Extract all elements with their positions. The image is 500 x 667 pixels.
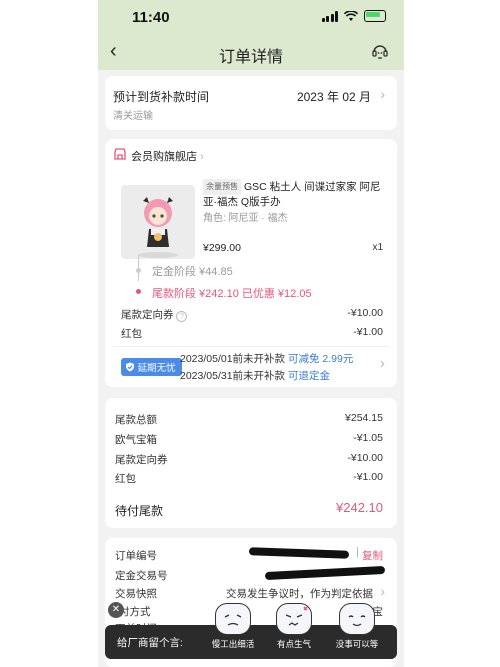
help-icon[interactable]: ? — [176, 311, 188, 322]
signal-icon — [321, 10, 338, 22]
snapshot-label: 交易快照 — [115, 588, 157, 600]
summary-label: 尾款总额 — [115, 414, 157, 426]
deposit-tx-label: 定金交易号 — [115, 570, 168, 582]
shield-check-icon — [126, 362, 134, 372]
discount-label: 尾款定向券 ? — [121, 307, 188, 322]
product-variant: 角色: 阿尼亚 · 福杰 — [203, 213, 288, 224]
stage-dot-deposit — [136, 268, 141, 273]
total-due-label: 待付尾款 — [115, 504, 164, 518]
product-image[interactable] — [121, 185, 195, 259]
status-bar: 11:40 — [98, 0, 404, 34]
feedback-bar: 给厂商留个言: 慢工出细活 有点生气 没事可以等 — [105, 603, 397, 659]
separator: | — [356, 546, 359, 558]
delay-line-1: 2023/05/01前未开补款 可减免 2.99元 — [180, 351, 353, 366]
discount-value: -¥1.00 — [353, 326, 383, 338]
redaction-scribble — [248, 547, 350, 559]
stage-dot-final — [136, 289, 141, 294]
feedback-option-ok[interactable]: 没事可以等 — [334, 603, 380, 650]
presale-badge: 余量预售 — [203, 179, 241, 195]
order-items-card: 会员购旗舰店 › 余量预售 GSC 粘土人 间谍过家家 阿尼亚·福杰 Q版手办 角… — [105, 139, 397, 387]
delivery-label: 预计到货补款时间 — [113, 90, 210, 104]
page-title: 订单详情 — [218, 49, 283, 66]
calm-face-icon — [339, 603, 375, 635]
snapshot-value[interactable]: 交易发生争议时，作为判定依据 — [226, 586, 373, 601]
feedback-option-label: 慢工出细活 — [211, 639, 255, 649]
chevron-right-icon: › — [380, 86, 385, 102]
payment-summary-card: 尾款总额 ¥254.15 欧气宝箱 -¥1.05 尾款定向券 -¥10.00 红… — [105, 398, 397, 528]
status-icons — [321, 10, 386, 22]
chevron-right-icon[interactable]: › — [380, 355, 385, 373]
feedback-option-label: 没事可以等 — [335, 639, 379, 649]
summary-label: 尾款定向券 — [115, 454, 168, 466]
customer-service-icon[interactable] — [370, 42, 390, 62]
redaction-scribble — [264, 565, 386, 581]
delay-badge-label: 延期无忧 — [137, 363, 176, 374]
summary-label: 红包 — [115, 473, 136, 485]
battery-icon — [364, 10, 386, 22]
delivery-date: 2023 年 02 月 — [296, 90, 371, 104]
total-due-value: ¥242.10 — [336, 500, 383, 515]
delay-badge[interactable]: 延期无忧 — [121, 358, 182, 376]
chevron-right-icon: › — [200, 151, 204, 163]
phone-screen: 11:40 ‹ 订单详情 预计到货补款时间 2023 年 02 月 › 清关运输… — [98, 0, 404, 667]
summary-value: -¥1.00 — [353, 471, 383, 483]
feedback-option-angry[interactable]: 有点生气 — [271, 603, 317, 650]
product-price: ¥299.00 — [203, 242, 241, 254]
discount-label: 红包 — [121, 328, 142, 340]
product-title-block[interactable]: 余量预售 GSC 粘土人 间谍过家家 阿尼亚·福杰 Q版手办 — [203, 179, 385, 209]
status-time: 11:40 — [132, 9, 170, 26]
delay-line-1-link[interactable]: 可减免 2.99元 — [288, 353, 353, 365]
delay-line-2: 2023/05/31前未开补款 可退定金 — [180, 368, 330, 383]
chevron-right-icon: › — [380, 583, 385, 599]
shop-name[interactable]: 会员购旗舰店 › — [131, 148, 204, 164]
summary-value: -¥1.05 — [353, 432, 383, 444]
delivery-carrier: 清关运输 — [113, 111, 153, 122]
discount-label-text: 尾款定向券 — [121, 309, 174, 321]
divider — [113, 346, 389, 347]
product-qty: x1 — [372, 242, 383, 253]
close-feedback-icon[interactable]: ✕ — [108, 602, 124, 618]
order-id-label: 订单编号 — [115, 550, 157, 562]
deposit-stage: 定金阶段 ¥44.85 — [152, 266, 233, 278]
summary-label: 欧气宝箱 — [115, 434, 157, 446]
feedback-option-label: 有点生气 — [276, 639, 311, 649]
angry-face-icon — [276, 603, 312, 635]
nav-bar: ‹ 订单详情 — [98, 34, 404, 70]
wifi-icon — [344, 10, 358, 21]
delay-line-2-text: 2023/05/31前未开补款 — [180, 370, 286, 382]
sweat-face-icon — [215, 603, 251, 635]
copy-button[interactable]: 复制 — [362, 548, 383, 563]
summary-value: ¥254.15 — [345, 412, 383, 424]
delay-line-1-text: 2023/05/01前未开补款 — [180, 353, 286, 365]
shop-icon — [114, 148, 126, 160]
feedback-prompt: 给厂商留个言: — [117, 637, 183, 649]
feedback-option-patient[interactable]: 慢工出细活 — [210, 603, 256, 650]
summary-value: -¥10.00 — [347, 452, 383, 464]
delay-line-2-link[interactable]: 可退定金 — [288, 370, 330, 382]
delivery-card[interactable]: 预计到货补款时间 2023 年 02 月 › 清关运输 — [105, 76, 397, 130]
discount-value: -¥10.00 — [347, 307, 383, 319]
shop-name-label: 会员购旗舰店 — [131, 151, 197, 163]
final-stage: 尾款阶段 ¥242.10 已优惠 ¥12.05 — [152, 288, 312, 300]
figure-illustration — [138, 197, 178, 258]
